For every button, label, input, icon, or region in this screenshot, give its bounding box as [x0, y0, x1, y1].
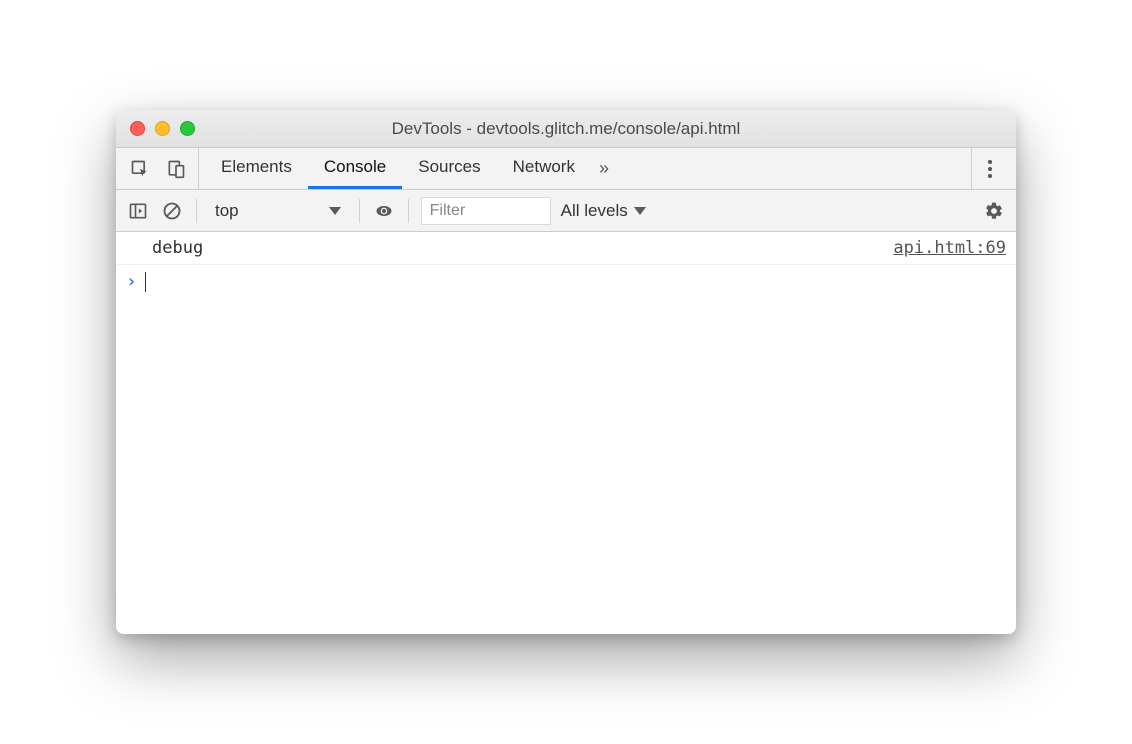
- tab-network[interactable]: Network: [497, 148, 591, 189]
- live-expression-icon[interactable]: [372, 199, 396, 223]
- more-tabs-button[interactable]: »: [591, 148, 613, 189]
- tab-label: Sources: [418, 157, 480, 177]
- tab-console[interactable]: Console: [308, 148, 402, 189]
- traffic-lights: [130, 121, 195, 136]
- minimize-button[interactable]: [155, 121, 170, 136]
- close-button[interactable]: [130, 121, 145, 136]
- tab-elements[interactable]: Elements: [205, 148, 308, 189]
- device-toolbar-icon[interactable]: [164, 157, 188, 181]
- chevron-right-double-icon: »: [599, 158, 605, 179]
- kebab-menu-button[interactable]: [978, 157, 1002, 181]
- console-settings-icon[interactable]: [982, 199, 1006, 223]
- execution-context-selector[interactable]: top: [209, 201, 347, 221]
- console-toolbar: top All levels: [116, 190, 1016, 232]
- log-message: debug: [152, 238, 893, 258]
- text-cursor: [145, 272, 146, 292]
- devtools-window: DevTools - devtools.glitch.me/console/ap…: [116, 110, 1016, 634]
- tabbar: Elements Console Sources Network »: [116, 148, 1016, 190]
- log-source-link[interactable]: api.html:69: [893, 238, 1006, 258]
- tab-label: Network: [513, 157, 575, 177]
- prompt-chevron-icon: ›: [126, 271, 137, 292]
- maximize-button[interactable]: [180, 121, 195, 136]
- console-prompt[interactable]: ›: [116, 265, 1016, 298]
- levels-label: All levels: [561, 201, 628, 221]
- window-title: DevTools - devtools.glitch.me/console/ap…: [116, 119, 1016, 139]
- toggle-sidebar-icon[interactable]: [126, 199, 150, 223]
- context-label: top: [215, 201, 239, 221]
- vertical-dots-icon: [982, 160, 998, 178]
- console-output: debug api.html:69 ›: [116, 232, 1016, 634]
- log-entry: debug api.html:69: [116, 232, 1016, 265]
- clear-console-icon[interactable]: [160, 199, 184, 223]
- tab-label: Elements: [221, 157, 292, 177]
- chevron-down-icon: [634, 207, 646, 215]
- tab-label: Console: [324, 157, 386, 177]
- filter-input[interactable]: [421, 197, 551, 225]
- titlebar: DevTools - devtools.glitch.me/console/ap…: [116, 110, 1016, 148]
- log-levels-selector[interactable]: All levels: [557, 201, 650, 221]
- inspect-element-icon[interactable]: [128, 157, 152, 181]
- tab-sources[interactable]: Sources: [402, 148, 496, 189]
- chevron-down-icon: [329, 207, 341, 215]
